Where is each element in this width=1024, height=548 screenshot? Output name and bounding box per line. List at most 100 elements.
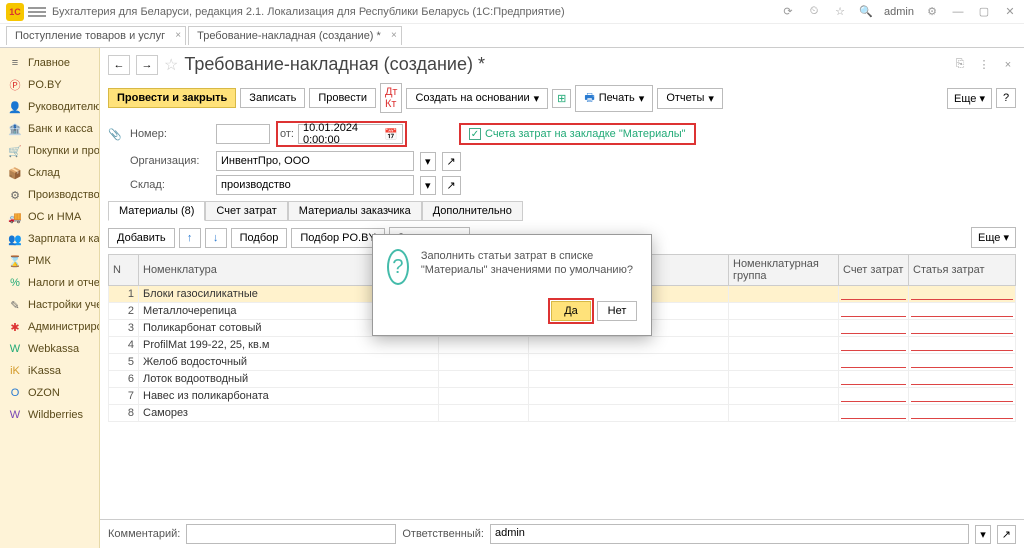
cell-costacct[interactable] (839, 371, 909, 388)
cell-costitem[interactable] (909, 371, 1016, 388)
sidebar-item-5[interactable]: 📦Склад (0, 162, 99, 184)
create-based-on-button[interactable]: Создать на основании ▾ (406, 88, 548, 109)
more-button[interactable]: Еще ▾ (947, 88, 992, 109)
maximize-icon[interactable]: ▢ (976, 4, 992, 20)
cell-qty[interactable] (439, 371, 529, 388)
cell-acct[interactable] (529, 371, 729, 388)
responsible-open-icon[interactable]: ↗ (997, 525, 1016, 544)
cell-costacct[interactable] (839, 337, 909, 354)
section-tab-0[interactable]: Материалы (8) (108, 201, 205, 221)
back-button[interactable]: ← (108, 55, 130, 75)
cell-nomgroup[interactable] (729, 320, 839, 337)
cell-costitem[interactable] (909, 388, 1016, 405)
doctab-0[interactable]: Поступление товаров и услуг× (6, 26, 186, 45)
help-button[interactable]: ? (996, 88, 1016, 108)
close-page-icon[interactable]: × (1000, 57, 1016, 73)
sidebar-item-8[interactable]: 👥Зарплата и кадры (0, 228, 99, 250)
sidebar-item-15[interactable]: OOZON (0, 382, 99, 404)
user-label[interactable]: admin (884, 6, 914, 18)
burger-icon[interactable] (28, 3, 46, 21)
close-icon[interactable]: ✕ (1002, 4, 1018, 20)
cell-name[interactable]: Желоб водосточный (139, 354, 439, 371)
cell-costitem[interactable] (909, 320, 1016, 337)
print-button[interactable]: 🖶 Печать ▾ (575, 85, 653, 112)
org-open-icon[interactable]: ↗ (442, 152, 461, 171)
dt-kt-button[interactable]: ДтКт (380, 83, 403, 113)
section-tab-2[interactable]: Материалы заказчика (288, 201, 422, 221)
sidebar-item-7[interactable]: 🚚ОС и НМА (0, 206, 99, 228)
cell-nomgroup[interactable] (729, 337, 839, 354)
add-row-button[interactable]: Добавить (108, 228, 175, 248)
doctab-1[interactable]: Требование-накладная (создание) *× (188, 26, 402, 45)
close-icon[interactable]: × (391, 30, 397, 41)
cell-costitem[interactable] (909, 286, 1016, 303)
cell-costitem[interactable] (909, 303, 1016, 320)
sidebar-item-1[interactable]: ⓅPO.BY (0, 74, 99, 96)
sidebar-item-14[interactable]: iKiKassa (0, 360, 99, 382)
favorites-icon[interactable]: ☆ (832, 4, 848, 20)
number-field[interactable] (216, 124, 270, 144)
table-row[interactable]: 6 Лоток водоотводный (109, 371, 1016, 388)
cell-qty[interactable] (439, 354, 529, 371)
reports-button[interactable]: Отчеты ▾ (657, 88, 723, 109)
cell-nomgroup[interactable] (729, 371, 839, 388)
sidebar-item-0[interactable]: ≡Главное (0, 52, 99, 74)
sidebar-item-11[interactable]: ✎Настройки учета (0, 294, 99, 316)
responsible-field[interactable]: admin (490, 524, 969, 544)
table-header[interactable]: Счет затрат (839, 255, 909, 286)
sidebar-item-9[interactable]: ⌛РМК (0, 250, 99, 272)
responsible-dropdown-icon[interactable]: ▾ (975, 525, 991, 544)
cell-costitem[interactable] (909, 337, 1016, 354)
cost-accounts-checkbox[interactable]: Счета затрат на закладке "Материалы" (459, 123, 696, 145)
sidebar-item-6[interactable]: ⚙Производство (0, 184, 99, 206)
move-down-button[interactable]: ↓ (205, 228, 227, 248)
comment-field[interactable] (186, 524, 396, 544)
cell-nomgroup[interactable] (729, 303, 839, 320)
table-row[interactable]: 7 Навес из поликарбоната (109, 388, 1016, 405)
cell-costacct[interactable] (839, 405, 909, 422)
cell-costacct[interactable] (839, 320, 909, 337)
cell-acct[interactable] (529, 405, 729, 422)
cell-costacct[interactable] (839, 354, 909, 371)
sidebar-item-3[interactable]: 🏦Банк и касса (0, 118, 99, 140)
table-row[interactable]: 4 ProfilMat 199-22, 25, кв.м (109, 337, 1016, 354)
cell-acct[interactable] (529, 337, 729, 354)
cell-costitem[interactable] (909, 354, 1016, 371)
warehouse-open-icon[interactable]: ↗ (442, 176, 461, 195)
section-tab-1[interactable]: Счет затрат (205, 201, 287, 221)
sidebar-item-13[interactable]: WWebkassa (0, 338, 99, 360)
table-row[interactable]: 8 Саморез (109, 405, 1016, 422)
cell-costacct[interactable] (839, 388, 909, 405)
cell-costitem[interactable] (909, 405, 1016, 422)
menu-icon[interactable]: ⋮ (976, 57, 992, 73)
cell-qty[interactable] (439, 388, 529, 405)
close-icon[interactable]: × (175, 30, 181, 41)
yes-button[interactable]: Да (551, 301, 591, 321)
sidebar-item-2[interactable]: 👤Руководителю (0, 96, 99, 118)
star-icon[interactable]: ☆ (164, 55, 178, 75)
sidebar-item-16[interactable]: WWildberries (0, 404, 99, 426)
table-more-button[interactable]: Еще ▾ (971, 227, 1016, 248)
minimize-icon[interactable]: — (950, 4, 966, 20)
refresh-icon[interactable]: ⟳ (780, 4, 796, 20)
cell-acct[interactable] (529, 354, 729, 371)
cell-qty[interactable] (439, 405, 529, 422)
forward-button[interactable]: → (136, 55, 158, 75)
post-and-close-button[interactable]: Провести и закрыть (108, 88, 236, 108)
org-dropdown-icon[interactable]: ▾ (420, 152, 436, 171)
move-up-button[interactable]: ↑ (179, 228, 201, 248)
sidebar-item-12[interactable]: ✱Администрирование (0, 316, 99, 338)
cell-name[interactable]: Саморез (139, 405, 439, 422)
attach-icon[interactable]: 📎 (108, 128, 124, 141)
cell-costacct[interactable] (839, 303, 909, 320)
org-field[interactable]: ИнвентПро, ООО (216, 151, 414, 171)
warehouse-field[interactable]: производство (216, 175, 414, 195)
no-button[interactable]: Нет (597, 301, 637, 321)
cell-costacct[interactable] (839, 286, 909, 303)
post-button[interactable]: Провести (309, 88, 376, 108)
pick-poby-button[interactable]: Подбор PO.BY (291, 228, 384, 248)
sidebar-item-10[interactable]: %Налоги и отчетность (0, 272, 99, 294)
cell-name[interactable]: Лоток водоотводный (139, 371, 439, 388)
search-icon[interactable]: 🔍 (858, 4, 874, 20)
save-button[interactable]: Записать (240, 88, 305, 108)
